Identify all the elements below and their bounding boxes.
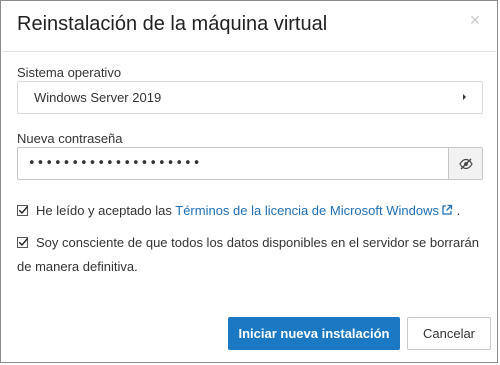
checkmark-icon [18, 206, 29, 215]
title-divider [2, 51, 496, 52]
start-installation-button[interactable]: Iniciar nueva instalación [228, 317, 400, 350]
terms-text-end: . [452, 203, 461, 218]
cancel-button[interactable]: Cancelar [407, 317, 491, 350]
chevron-right-icon [463, 94, 466, 100]
os-select[interactable]: Windows Server 2019 [17, 81, 483, 114]
terms-checkbox[interactable] [17, 205, 29, 216]
external-link-icon [442, 204, 453, 215]
data-loss-checkbox[interactable] [17, 237, 29, 248]
reinstall-vm-dialog: Reinstalación de la máquina virtual × Si… [0, 0, 498, 363]
password-input[interactable] [18, 148, 454, 179]
close-icon[interactable]: × [467, 11, 483, 29]
data-loss-checkbox-row: Soy consciente de que todos los datos di… [17, 231, 487, 279]
eye-slash-icon [459, 158, 473, 170]
os-select-value: Windows Server 2019 [34, 90, 162, 105]
toggle-password-visibility-button[interactable] [448, 148, 482, 179]
license-terms-link[interactable]: Términos de la licencia de Microsoft Win… [175, 203, 453, 218]
terms-text: He leído y aceptado las [36, 203, 176, 218]
password-field-label: Nueva contraseña [17, 131, 123, 146]
license-terms-link-text: Términos de la licencia de Microsoft Win… [175, 203, 439, 218]
data-loss-text: Soy consciente de que todos los datos di… [17, 235, 479, 274]
terms-checkbox-row: He leído y aceptado las Términos de la l… [17, 199, 487, 223]
os-field-label: Sistema operativo [17, 65, 122, 80]
checkmark-icon [18, 238, 29, 247]
password-field [17, 147, 483, 180]
dialog-title: Reinstalación de la máquina virtual [17, 13, 328, 35]
